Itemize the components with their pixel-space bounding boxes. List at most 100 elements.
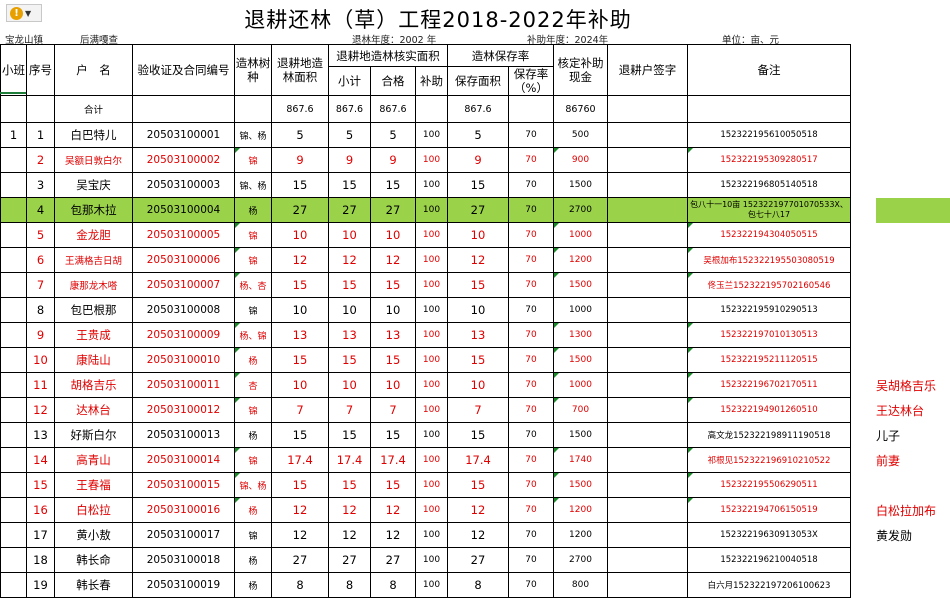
area-cell[interactable]: 7 xyxy=(271,397,329,423)
subsidy-cell[interactable]: 100 xyxy=(415,222,448,248)
subtotal-cell[interactable]: 12 xyxy=(328,247,371,273)
seq-cell[interactable]: 10 xyxy=(26,347,55,373)
subtotal-cell[interactable]: 15 xyxy=(328,422,371,448)
contract-cell[interactable]: 20503100007 xyxy=(132,272,235,298)
table-row[interactable]: 8 包巴根那 20503100008 锦 10 10 10 100 10 70 1000 152322… xyxy=(0,297,851,323)
contract-cell[interactable]: 20503100004 xyxy=(132,197,235,223)
sign-cell[interactable] xyxy=(607,372,688,398)
area-cell[interactable]: 8 xyxy=(271,572,329,598)
area-cell[interactable]: 15 xyxy=(271,172,329,198)
header-subtotal[interactable]: 小计 xyxy=(328,66,371,96)
species-cell[interactable]: 杨 xyxy=(234,547,272,573)
cash-cell[interactable]: 2700 xyxy=(553,547,608,573)
cell[interactable] xyxy=(234,95,272,123)
remark-cell[interactable]: 152322197010130513 xyxy=(687,322,851,348)
seq-cell[interactable]: 19 xyxy=(26,572,55,598)
sign-cell[interactable] xyxy=(607,272,688,298)
xiaoban-cell[interactable] xyxy=(0,522,27,548)
contract-cell[interactable]: 20503100005 xyxy=(132,222,235,248)
cash-cell[interactable]: 2700 xyxy=(553,197,608,223)
qualified-cell[interactable]: 10 xyxy=(370,372,416,398)
subsidy-cell[interactable]: 100 xyxy=(415,397,448,423)
household-cell[interactable]: 达林台 xyxy=(54,397,133,423)
overflow-note[interactable]: 前妻 xyxy=(876,452,900,469)
table-row[interactable]: 9 王贵成 20503100009 杨、锦 13 13 13 100 13 70 1300 15232… xyxy=(0,322,851,348)
subtotal-cell[interactable]: 9 xyxy=(328,147,371,173)
qualified-cell[interactable]: 12 xyxy=(370,247,416,273)
species-cell[interactable]: 锦 xyxy=(234,147,272,173)
seq-cell[interactable]: 13 xyxy=(26,422,55,448)
preserve-area-cell[interactable]: 5 xyxy=(447,122,509,148)
qualified-cell[interactable]: 12 xyxy=(370,522,416,548)
qualified-cell[interactable]: 15 xyxy=(370,272,416,298)
total-row[interactable]: 合计 867.6 867.6 867.6 867.6 86760 xyxy=(0,95,851,123)
species-cell[interactable]: 锦 xyxy=(234,522,272,548)
seq-cell[interactable]: 7 xyxy=(26,272,55,298)
subsidy-cell[interactable]: 100 xyxy=(415,472,448,498)
preserve-area-cell[interactable]: 8 xyxy=(447,572,509,598)
area-cell[interactable]: 10 xyxy=(271,372,329,398)
area-cell[interactable]: 12 xyxy=(271,247,329,273)
remark-cell[interactable]: 152322195610050518 xyxy=(687,122,851,148)
sign-cell[interactable] xyxy=(607,397,688,423)
cash-cell[interactable]: 1000 xyxy=(553,222,608,248)
seq-cell[interactable]: 14 xyxy=(26,447,55,473)
remark-cell[interactable]: 152322195910290513 xyxy=(687,297,851,323)
area-cell[interactable]: 10 xyxy=(271,222,329,248)
xiaoban-cell[interactable] xyxy=(0,172,27,198)
qualified-cell[interactable]: 9 xyxy=(370,147,416,173)
subtotal-cell[interactable]: 15 xyxy=(328,347,371,373)
subsidy-cell[interactable]: 100 xyxy=(415,272,448,298)
cash-cell[interactable]: 1200 xyxy=(553,497,608,523)
subtotal-cell[interactable]: 13 xyxy=(328,322,371,348)
total-preserve-area[interactable]: 867.6 xyxy=(447,95,509,123)
subtotal-cell[interactable]: 27 xyxy=(328,197,371,223)
area-cell[interactable]: 12 xyxy=(271,497,329,523)
subtotal-cell[interactable]: 27 xyxy=(328,547,371,573)
area-cell[interactable]: 12 xyxy=(271,522,329,548)
qualified-cell[interactable]: 27 xyxy=(370,197,416,223)
remark-cell[interactable]: 包八十一10亩 152322197701070533X、包七十八17 xyxy=(687,197,851,223)
table-row[interactable]: 4 包那木拉 20503100004 杨 27 27 27 100 27 70 2700 包八十一10… xyxy=(0,197,851,223)
qualified-cell[interactable]: 10 xyxy=(370,297,416,323)
subtotal-cell[interactable]: 12 xyxy=(328,522,371,548)
rate-cell[interactable]: 70 xyxy=(508,472,554,498)
sign-cell[interactable] xyxy=(607,472,688,498)
subtotal-cell[interactable]: 10 xyxy=(328,222,371,248)
subsidy-cell[interactable]: 100 xyxy=(415,522,448,548)
species-cell[interactable]: 锦 xyxy=(234,222,272,248)
preserve-area-cell[interactable]: 12 xyxy=(447,497,509,523)
contract-cell[interactable]: 20503100006 xyxy=(132,247,235,273)
xiaoban-cell[interactable] xyxy=(0,472,27,498)
table-row[interactable]: 18 韩长命 20503100018 杨 27 27 27 100 27 70 2700 152322… xyxy=(0,547,851,573)
subtotal-cell[interactable]: 17.4 xyxy=(328,447,371,473)
sign-cell[interactable] xyxy=(607,297,688,323)
contract-cell[interactable]: 20503100017 xyxy=(132,522,235,548)
preserve-area-cell[interactable]: 15 xyxy=(447,472,509,498)
sign-cell[interactable] xyxy=(607,572,688,598)
remark-cell[interactable]: 152322194304050515 xyxy=(687,222,851,248)
preserve-area-cell[interactable]: 17.4 xyxy=(447,447,509,473)
seq-cell[interactable]: 18 xyxy=(26,547,55,573)
xiaoban-cell[interactable] xyxy=(0,222,27,248)
subsidy-cell[interactable]: 100 xyxy=(415,297,448,323)
seq-cell[interactable]: 17 xyxy=(26,522,55,548)
household-cell[interactable]: 吴宝庆 xyxy=(54,172,133,198)
seq-cell[interactable]: 8 xyxy=(26,297,55,323)
household-cell[interactable]: 白松拉 xyxy=(54,497,133,523)
sign-cell[interactable] xyxy=(607,522,688,548)
header-preserve-group[interactable]: 造林保存率 xyxy=(447,44,554,67)
household-cell[interactable]: 金龙胆 xyxy=(54,222,133,248)
household-cell[interactable]: 王贵成 xyxy=(54,322,133,348)
total-qualified[interactable]: 867.6 xyxy=(370,95,416,123)
cash-cell[interactable]: 700 xyxy=(553,397,608,423)
table-row[interactable]: 14 高青山 20503100014 锦 17.4 17.4 17.4 100 17.4 70 17… xyxy=(0,447,851,473)
cell[interactable] xyxy=(508,95,554,123)
seq-cell[interactable]: 6 xyxy=(26,247,55,273)
seq-cell[interactable]: 5 xyxy=(26,222,55,248)
contract-cell[interactable]: 20503100019 xyxy=(132,572,235,598)
sign-cell[interactable] xyxy=(607,547,688,573)
xiaoban-cell[interactable] xyxy=(0,447,27,473)
contract-cell[interactable]: 20503100012 xyxy=(132,397,235,423)
contract-cell[interactable]: 20503100001 xyxy=(132,122,235,148)
